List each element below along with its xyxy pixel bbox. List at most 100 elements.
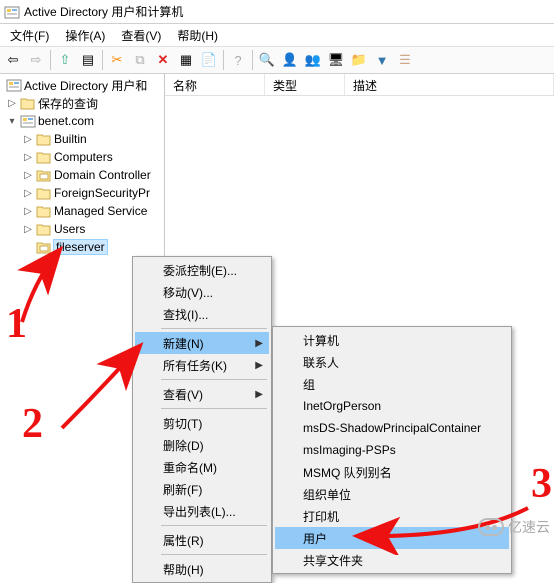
add-ou-button[interactable]: 📁	[348, 49, 370, 71]
tree-builtin-label: Builtin	[54, 132, 87, 146]
ctx-new-printer[interactable]: 打印机	[275, 505, 509, 527]
list-button[interactable]: ☰	[394, 49, 416, 71]
copy-button[interactable]: ⧉	[129, 49, 151, 71]
ctx-new-msimaging[interactable]: msImaging-PSPs	[275, 439, 509, 461]
refresh-button[interactable]: 📄	[198, 49, 220, 71]
ctx-new-ou[interactable]: 组织单位	[275, 483, 509, 505]
ctx-new-computer[interactable]: 计算机	[275, 329, 509, 351]
ctx-new-msds[interactable]: msDS-ShadowPrincipalContainer	[275, 417, 509, 439]
ctx-new-shared[interactable]: 共享文件夹	[275, 549, 509, 571]
expand-icon[interactable]: ▷	[22, 188, 34, 199]
collapse-icon[interactable]: ▾	[6, 116, 18, 127]
ctx-delegate[interactable]: 委派控制(E)...	[135, 259, 269, 281]
ctx-new-msmq[interactable]: MSMQ 队列别名	[275, 461, 509, 483]
ctx-help[interactable]: 帮助(H)	[135, 558, 269, 580]
tree-domain[interactable]: ▾ benet.com	[0, 112, 164, 130]
tree-builtin[interactable]: ▷ Builtin	[0, 130, 164, 148]
separator	[223, 50, 224, 70]
up-button[interactable]: ⇧	[54, 49, 76, 71]
watermark: 亿速云	[478, 517, 550, 537]
separator	[102, 50, 103, 70]
ctx-new-group[interactable]: 组	[275, 373, 509, 395]
back-button[interactable]: ⇦	[2, 49, 24, 71]
col-name[interactable]: 名称	[165, 74, 265, 95]
ctx-refresh[interactable]: 刷新(F)	[135, 478, 269, 500]
ctx-properties[interactable]: 属性(R)	[135, 529, 269, 551]
submenu-arrow-icon: ▶	[255, 360, 263, 371]
col-desc[interactable]: 描述	[345, 74, 554, 95]
ctx-delete[interactable]: 删除(D)	[135, 434, 269, 456]
folder-icon	[36, 221, 52, 237]
add-group-button[interactable]: 👥	[302, 49, 324, 71]
watermark-logo-icon	[478, 518, 504, 536]
tree-computers[interactable]: ▷ Computers	[0, 148, 164, 166]
title-bar: Active Directory 用户和计算机	[0, 0, 554, 24]
folder-org-icon	[36, 239, 52, 255]
ctx-new[interactable]: 新建(N)▶	[135, 332, 269, 354]
separator	[161, 525, 267, 526]
folder-icon	[20, 95, 36, 111]
expand-icon[interactable]: ▷	[22, 206, 34, 217]
menu-file[interactable]: 文件(F)	[4, 25, 55, 46]
ctx-all-tasks[interactable]: 所有任务(K)▶	[135, 354, 269, 376]
find-button[interactable]: 🔍	[256, 49, 278, 71]
ad-icon	[6, 77, 22, 93]
ctx-new-user[interactable]: 用户	[275, 527, 509, 549]
menu-view[interactable]: 查看(V)	[115, 25, 167, 46]
help-button[interactable]: ?	[227, 49, 249, 71]
tree-users-label: Users	[54, 222, 85, 236]
ctx-rename[interactable]: 重命名(M)	[135, 456, 269, 478]
ctx-find[interactable]: 查找(I)...	[135, 303, 269, 325]
filter-button[interactable]: ▼	[371, 49, 393, 71]
show-hide-button[interactable]: ▤	[77, 49, 99, 71]
add-pc-button[interactable]: 🖥	[325, 49, 347, 71]
tree-fileserver[interactable]: fileserver	[0, 238, 164, 256]
submenu-arrow-icon: ▶	[255, 338, 263, 349]
toolbar: ⇦ ⇨ ⇧ ▤ ✂ ⧉ ✕ ▦ 📄 ? 🔍 👤 👥 🖥 📁 ▼ ☰	[0, 46, 554, 74]
app-icon	[4, 4, 20, 20]
ctx-new-inetorg[interactable]: InetOrgPerson	[275, 395, 509, 417]
folder-org-icon	[36, 167, 52, 183]
domain-icon	[20, 113, 36, 129]
separator	[50, 50, 51, 70]
folder-icon	[36, 203, 52, 219]
cut-button[interactable]: ✂	[106, 49, 128, 71]
ctx-export[interactable]: 导出列表(L)...	[135, 500, 269, 522]
expand-icon[interactable]: ▷	[22, 224, 34, 235]
menu-help[interactable]: 帮助(H)	[171, 25, 224, 46]
tree-msa[interactable]: ▷ Managed Service	[0, 202, 164, 220]
tree-saved-queries[interactable]: ▷ 保存的查询	[0, 94, 164, 112]
ctx-move[interactable]: 移动(V)...	[135, 281, 269, 303]
list-header: 名称 类型 描述	[165, 74, 554, 96]
tree-dc-label: Domain Controller	[54, 168, 151, 182]
tree-users[interactable]: ▷ Users	[0, 220, 164, 238]
ctx-cut[interactable]: 剪切(T)	[135, 412, 269, 434]
separator	[161, 328, 267, 329]
tree-fsp[interactable]: ▷ ForeignSecurityPr	[0, 184, 164, 202]
context-menu: 委派控制(E)... 移动(V)... 查找(I)... 新建(N)▶ 所有任务…	[132, 256, 272, 583]
tree-dc[interactable]: ▷ Domain Controller	[0, 166, 164, 184]
submenu-arrow-icon: ▶	[255, 389, 263, 400]
properties-button[interactable]: ▦	[175, 49, 197, 71]
separator	[161, 379, 267, 380]
folder-icon	[36, 149, 52, 165]
expand-icon[interactable]: ▷	[6, 98, 18, 109]
expand-icon[interactable]: ▷	[22, 134, 34, 145]
delete-button[interactable]: ✕	[152, 49, 174, 71]
window-title: Active Directory 用户和计算机	[24, 3, 183, 20]
add-user-button[interactable]: 👤	[279, 49, 301, 71]
separator	[161, 408, 267, 409]
tree-root-label: Active Directory 用户和	[24, 77, 147, 94]
tree-saved-label: 保存的查询	[38, 95, 98, 112]
folder-icon	[36, 131, 52, 147]
context-submenu-new: 计算机 联系人 组 InetOrgPerson msDS-ShadowPrinc…	[272, 326, 512, 574]
forward-button[interactable]: ⇨	[25, 49, 47, 71]
separator	[252, 50, 253, 70]
col-type[interactable]: 类型	[265, 74, 345, 95]
menu-action[interactable]: 操作(A)	[59, 25, 111, 46]
ctx-new-contact[interactable]: 联系人	[275, 351, 509, 373]
expand-icon[interactable]: ▷	[22, 152, 34, 163]
tree-root[interactable]: Active Directory 用户和	[0, 76, 164, 94]
expand-icon[interactable]: ▷	[22, 170, 34, 181]
ctx-view[interactable]: 查看(V)▶	[135, 383, 269, 405]
